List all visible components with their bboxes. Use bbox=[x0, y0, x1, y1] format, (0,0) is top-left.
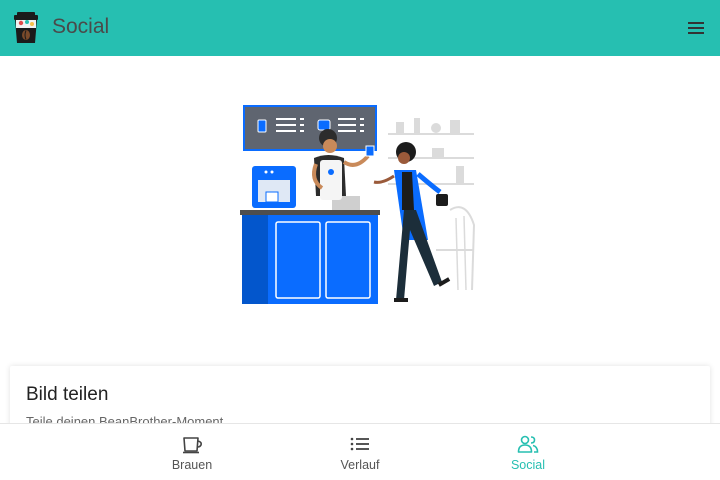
nav-label-brauen: Brauen bbox=[171, 458, 213, 472]
counter bbox=[240, 196, 380, 304]
people-icon bbox=[517, 435, 539, 453]
coffee-machine bbox=[252, 166, 296, 208]
app-header: Social bbox=[0, 0, 720, 56]
menu-button[interactable] bbox=[686, 18, 706, 38]
menu-icon bbox=[688, 22, 704, 34]
nav-label-verlauf: Verlauf bbox=[340, 458, 380, 472]
nav-item-social[interactable]: Social bbox=[468, 424, 588, 480]
barista-illustration bbox=[240, 105, 476, 304]
bottom-navigation: Brauen Verlauf Social bbox=[0, 423, 720, 480]
nav-label-social: Social bbox=[510, 458, 546, 472]
card-title: Bild teilen bbox=[26, 384, 109, 405]
nav-item-verlauf[interactable]: Verlauf bbox=[300, 424, 420, 480]
coffee-cup-logo-icon bbox=[14, 12, 38, 43]
coffee-cup-icon bbox=[183, 437, 202, 454]
page-title: Social bbox=[52, 15, 110, 38]
app-root: Social Bild teilen Teile deinen BeanBrot… bbox=[0, 0, 720, 480]
list-icon bbox=[350, 437, 369, 451]
customer-figure bbox=[373, 142, 451, 302]
nav-item-brauen[interactable]: Brauen bbox=[132, 424, 252, 480]
menu-board bbox=[243, 105, 377, 151]
